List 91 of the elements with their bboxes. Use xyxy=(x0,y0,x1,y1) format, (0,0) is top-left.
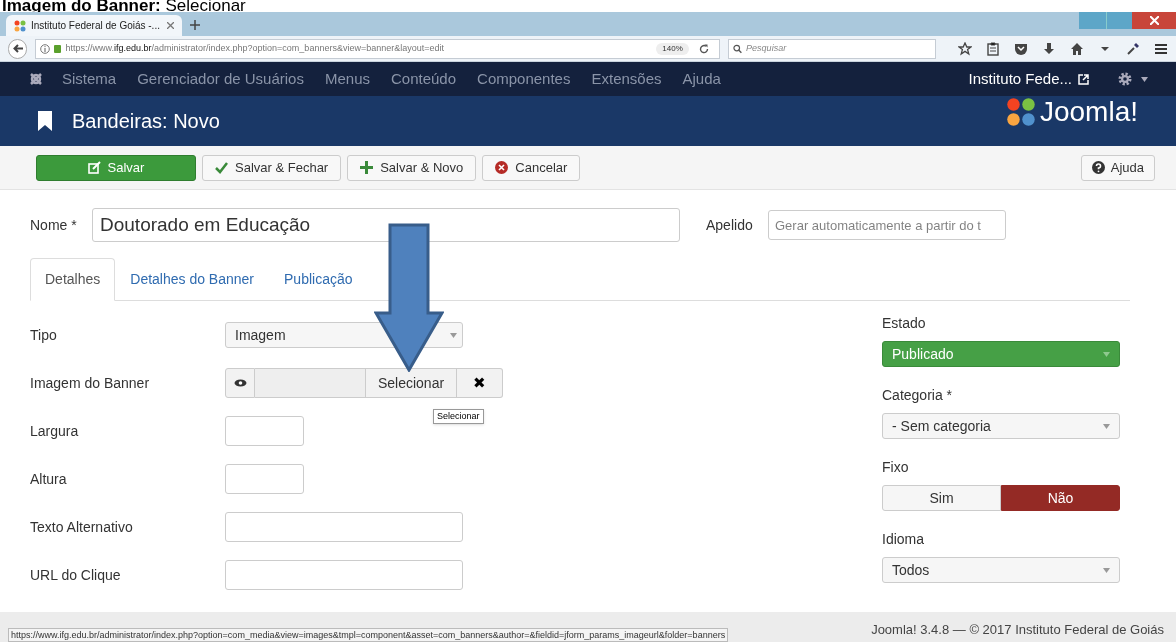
field-label: Largura xyxy=(30,421,80,441)
alias-field[interactable]: Gerar automaticamente a partir do t xyxy=(768,210,1006,240)
field-label: Texto Alternativo xyxy=(30,517,134,537)
field-label: Idioma xyxy=(882,530,926,549)
caret-icon xyxy=(450,332,457,338)
input-field[interactable] xyxy=(225,512,463,542)
lock-icon xyxy=(54,44,62,53)
menu-item[interactable]: Sistema xyxy=(62,67,117,91)
select-value: Todos xyxy=(892,560,930,580)
caret-icon[interactable] xyxy=(1141,76,1148,82)
toggle-option[interactable]: Não xyxy=(1001,485,1120,511)
toolbar-button[interactable]: Salvar & Novo xyxy=(347,154,477,181)
cancel-icon xyxy=(495,161,509,174)
dropper-icon[interactable] xyxy=(1126,41,1140,56)
input-field[interactable] xyxy=(225,416,304,446)
home-icon[interactable] xyxy=(1070,41,1084,56)
search-field[interactable]: Pesquisar xyxy=(727,38,936,59)
caret-icon xyxy=(1103,423,1110,429)
menu-item[interactable]: Conteúdo xyxy=(391,67,457,91)
toggle-option[interactable]: Sim xyxy=(882,485,1001,511)
name-field[interactable]: Doutorado em Educação xyxy=(92,208,680,242)
tooltip: Selecionar xyxy=(433,409,484,424)
toolbar-button[interactable]: Salvar & Fechar xyxy=(202,154,342,181)
bookmark-icon xyxy=(38,111,52,131)
back-button[interactable] xyxy=(8,38,28,59)
field-label: Fixo xyxy=(882,458,910,477)
search-icon xyxy=(732,43,743,54)
settings-icon[interactable] xyxy=(1117,71,1133,87)
joomla-logo-icon xyxy=(14,19,26,32)
url-text: https://www.ifg.edu.br/administrator/index.php?option=com_banners&view=banner&layout=edit xyxy=(65,41,445,55)
menu-item[interactable]: Componentes xyxy=(477,67,571,91)
site-link[interactable]: Instituto Fede... xyxy=(968,67,1072,91)
menu-item[interactable]: Menus xyxy=(324,67,370,91)
close-icon[interactable] xyxy=(167,22,174,29)
field-label: Apelido xyxy=(706,215,754,235)
toolbar-button[interactable]: Cancelar xyxy=(482,154,581,181)
back-arrow-icon xyxy=(12,44,23,53)
image-path-field[interactable] xyxy=(255,368,365,398)
joomla-logo-icon[interactable] xyxy=(28,71,44,87)
clipboard-icon[interactable] xyxy=(986,41,1000,56)
close-icon xyxy=(1149,16,1159,25)
menu-item[interactable]: Gerenciador de Usuários xyxy=(137,67,304,91)
tab[interactable]: Detalhes xyxy=(30,258,116,301)
eye-icon xyxy=(233,379,247,387)
field-label: Nome * xyxy=(30,215,78,235)
field-label: Tipo xyxy=(30,325,58,345)
close-button[interactable] xyxy=(1132,12,1176,29)
help-button[interactable]: Ajuda xyxy=(1080,154,1155,181)
tab-title: Instituto Federal de Goiás -... xyxy=(31,19,161,33)
input-field[interactable] xyxy=(225,560,463,590)
check-icon xyxy=(215,161,228,174)
star-icon[interactable] xyxy=(958,41,972,56)
field-label: Altura xyxy=(30,469,68,489)
field-label: Imagem do Banner xyxy=(30,373,151,393)
menu-icon[interactable] xyxy=(1154,41,1168,56)
footer-text: Joomla! 3.4.8 — © 2017 Instituto Federal de Goiás xyxy=(871,621,1164,640)
select-value: - Sem categoria xyxy=(892,416,991,436)
input-field[interactable] xyxy=(225,464,304,494)
joomla-logo-icon xyxy=(1005,97,1036,127)
select-field[interactable]: Todos xyxy=(882,557,1120,583)
address-field[interactable]: https://www.ifg.edu.br/administrator/index.php?option=com_banners&view=banner&layout=edit 140% xyxy=(35,38,720,59)
pocket-icon[interactable] xyxy=(1014,41,1028,56)
external-link-icon xyxy=(1078,73,1089,85)
reload-icon[interactable] xyxy=(698,43,709,54)
info-icon[interactable] xyxy=(40,43,51,54)
tab[interactable]: Publicação xyxy=(269,258,368,301)
plus-icon[interactable] xyxy=(190,20,200,30)
caret-icon xyxy=(1103,351,1110,357)
select-value: Imagem xyxy=(235,325,286,345)
page-title: Bandeiras: Novo xyxy=(72,109,220,134)
search-input[interactable]: Pesquisar xyxy=(746,41,931,56)
field-label: Estado xyxy=(882,314,927,333)
menu-item[interactable]: Extensões xyxy=(591,67,662,91)
status-url: https://www.ifg.edu.br/administrator/index.php?option=com_media&view=images&tmpl=component&asset=com_banners&author=&fieldid=jform_params_imageurl&folder=banners xyxy=(8,628,729,642)
tab[interactable]: Detalhes do Banner xyxy=(115,258,270,301)
zoom-level[interactable]: 140% xyxy=(656,42,689,55)
field-label: Categoria * xyxy=(882,386,954,405)
toolbar-button[interactable]: Salvar xyxy=(36,154,196,181)
plus-icon xyxy=(360,161,374,174)
select-value: Publicado xyxy=(892,344,954,364)
edit-icon xyxy=(87,161,101,174)
help-icon xyxy=(1091,161,1105,174)
browser-tab[interactable]: Instituto Federal de Goiás -... xyxy=(6,15,182,36)
logo-text: Joomla! xyxy=(1039,95,1138,129)
menu-item[interactable]: Ajuda xyxy=(682,67,721,91)
select-field[interactable]: - Sem categoria xyxy=(882,413,1120,439)
caret-icon xyxy=(1103,567,1110,573)
clear-button[interactable]: ✖ xyxy=(457,368,503,398)
field-label: URL do Clique xyxy=(30,565,122,585)
select-button[interactable]: Selecionar xyxy=(365,368,457,398)
download-icon[interactable] xyxy=(1042,41,1056,56)
